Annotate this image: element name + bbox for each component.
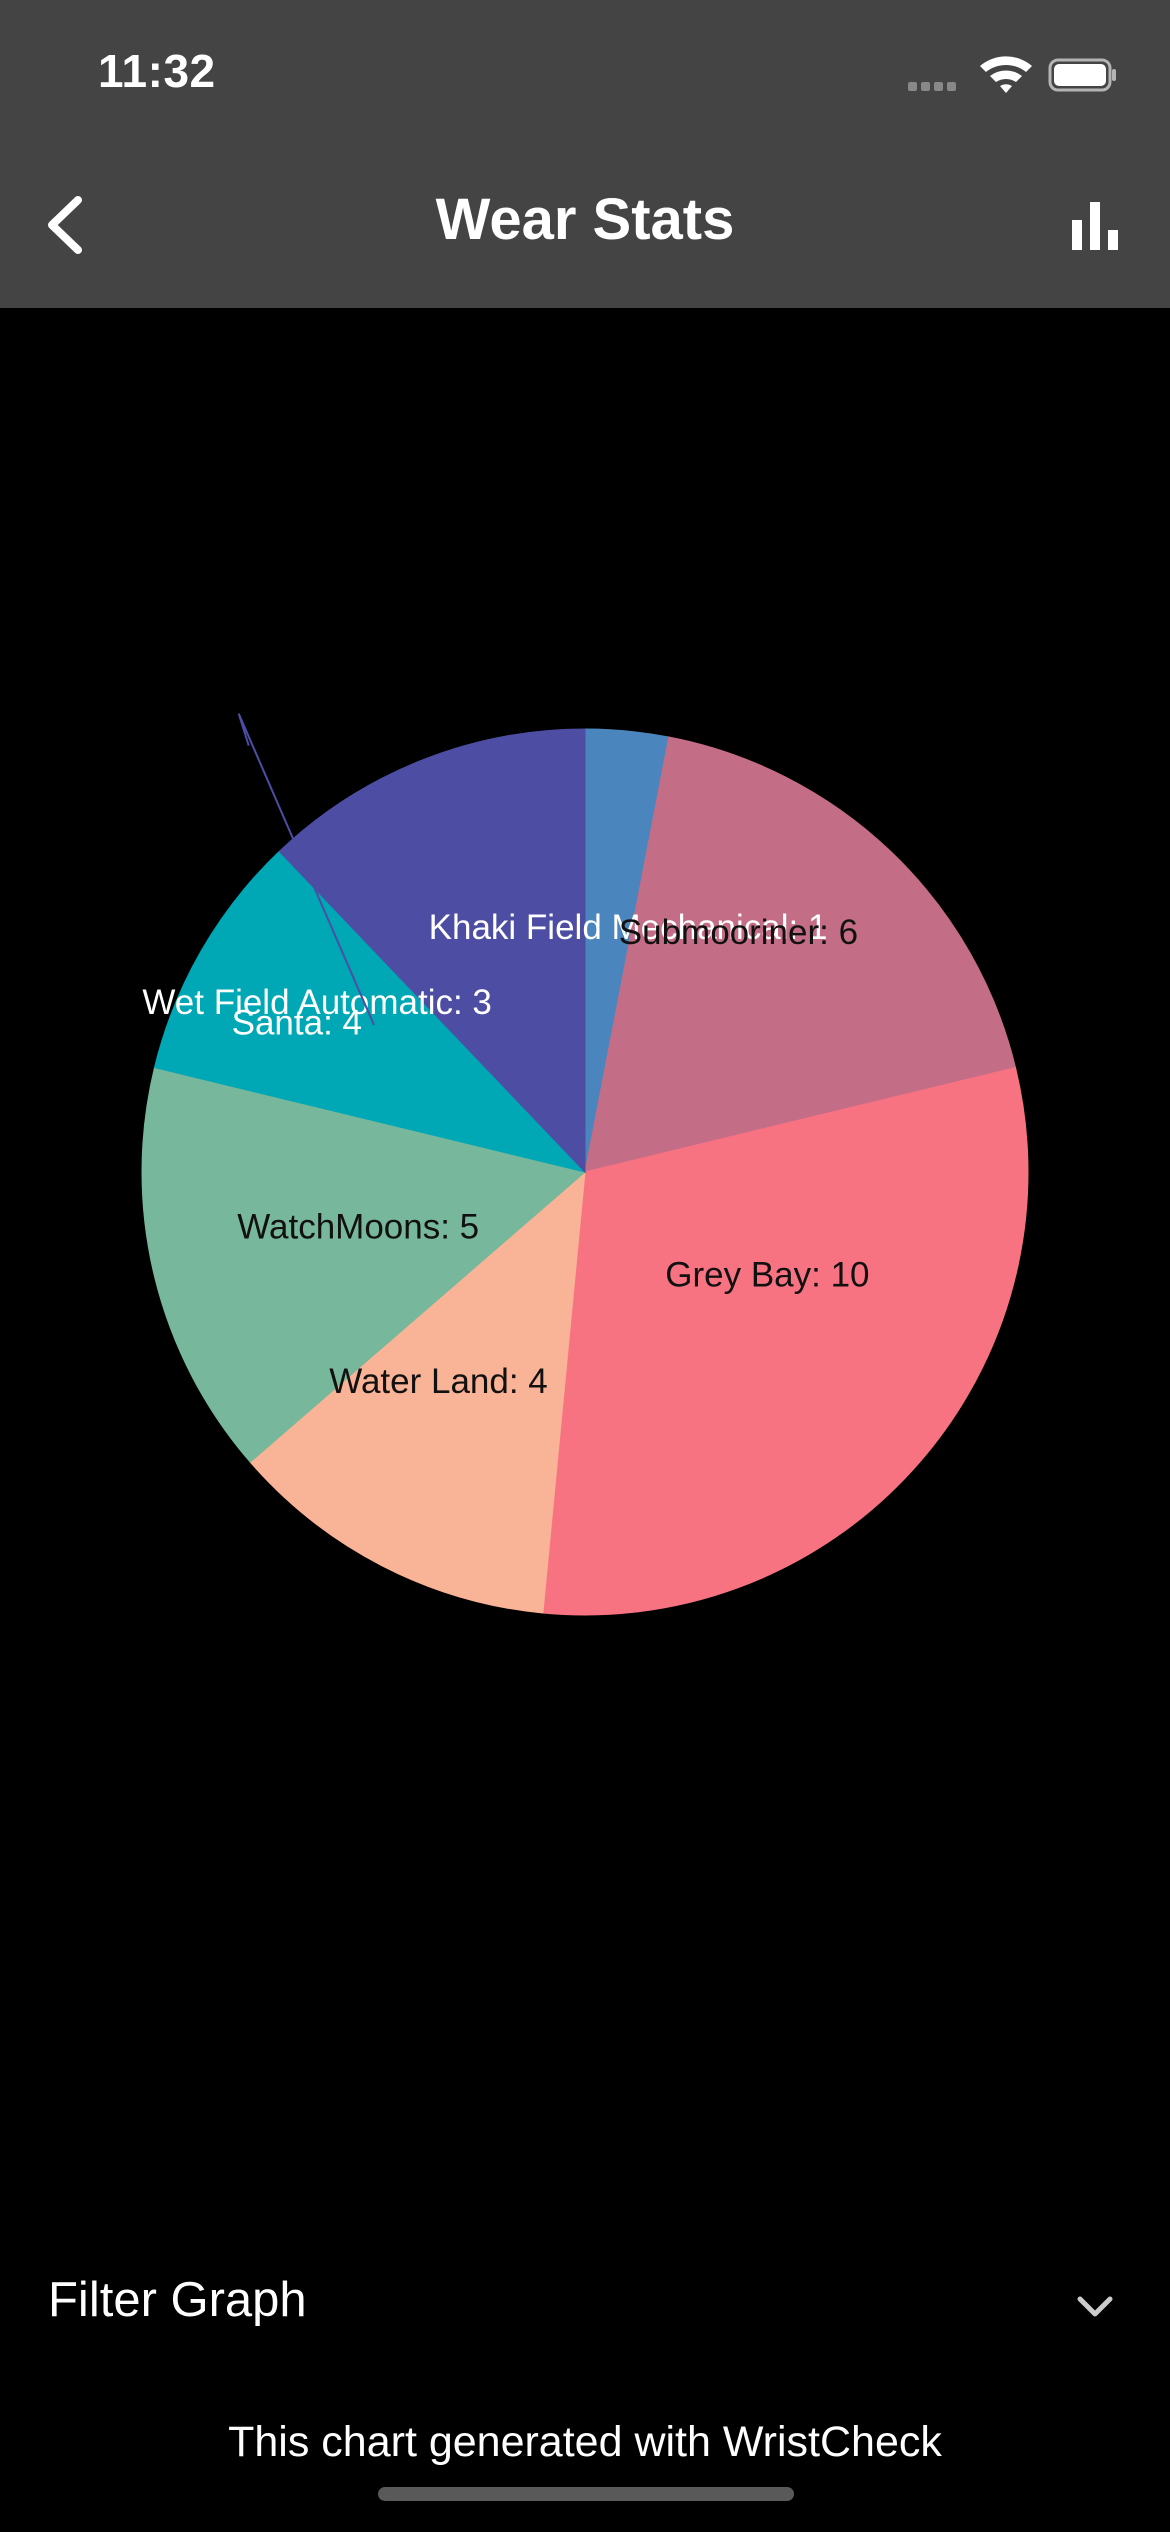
pie-label-submooriner: Submooriner: 6	[619, 913, 858, 952]
status-icons	[908, 56, 1116, 93]
wifi-icon	[980, 56, 1032, 93]
pie-chart: Khaki Field Mechanical: 1Submooriner: 6G…	[141, 713, 1029, 1616]
filter-graph-label: Filter Graph	[48, 2273, 307, 2327]
bar-chart-icon	[1072, 202, 1118, 250]
stats-button[interactable]	[1060, 190, 1130, 260]
chevron-down-icon	[1077, 2296, 1113, 2317]
battery-icon	[1048, 58, 1116, 92]
filter-graph-toggle[interactable]: Filter Graph	[0, 2250, 1170, 2360]
nav-bar: Wear Stats	[0, 150, 1170, 308]
status-bar: 11:32	[0, 0, 1170, 150]
page-title: Wear Stats	[435, 187, 735, 252]
pie-label-watchmoons: WatchMoons: 5	[237, 1208, 479, 1247]
footer-credit: This chart generated with WristCheck	[228, 2418, 942, 2466]
pie-label-santa: Santa: 4	[232, 1003, 362, 1042]
signal-icon	[908, 82, 956, 91]
pie-label-grey-bay: Grey Bay: 10	[665, 1255, 869, 1294]
status-time: 11:32	[98, 45, 216, 97]
home-indicator	[378, 2487, 794, 2501]
pie-label-water-land: Water Land: 4	[329, 1362, 548, 1401]
